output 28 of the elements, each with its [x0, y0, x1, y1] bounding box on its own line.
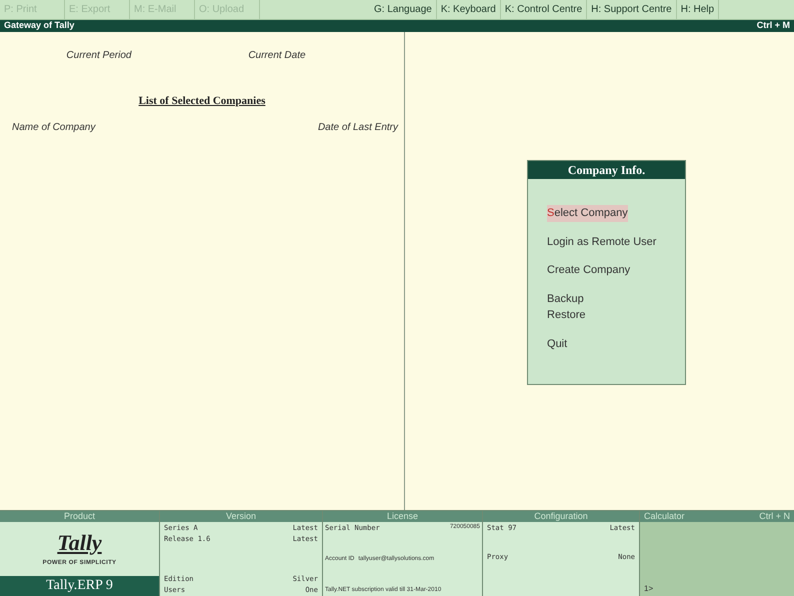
menu-title: Company Info. — [528, 161, 685, 179]
menu-item[interactable]: Create Company — [547, 262, 630, 278]
shortcut-label: Ctrl + M — [756, 19, 790, 32]
current-date-label: Current Date — [248, 49, 306, 63]
toolbar-button[interactable]: K: Control Centre — [500, 0, 588, 19]
current-period-label: Current Period — [66, 49, 132, 63]
list-heading: List of Selected Companies — [138, 94, 266, 109]
calculator-title: Calculator — [644, 511, 685, 522]
window-title: Gateway of Tally — [4, 19, 74, 32]
column-header: Date of Last Entry — [318, 120, 398, 134]
calculator-prompt: 1> — [644, 583, 654, 595]
toolbar-button[interactable]: G: Language — [370, 0, 437, 19]
toolbar-button[interactable]: K: Keyboard — [436, 0, 501, 19]
toolbar-button[interactable]: H: Support Centre — [587, 0, 677, 19]
shortcut-label: Ctrl + N — [759, 511, 790, 522]
logo: Tally — [57, 530, 102, 554]
menu-item[interactable]: Select Company — [547, 205, 628, 222]
column-header-bar: Product — [0, 511, 159, 522]
product-name: Tally.ERP 9 — [0, 576, 159, 596]
menu-item[interactable]: Backup — [547, 290, 584, 307]
menu-item[interactable]: Restore — [547, 307, 586, 324]
column-header-bar: License — [323, 511, 482, 522]
column-header: Name of Company — [12, 120, 96, 134]
menu-item[interactable]: Login as Remote User — [547, 234, 656, 250]
toolbar-button[interactable]: H: Help — [676, 0, 720, 19]
column-header-bar: Configuration — [483, 511, 639, 522]
column-header-bar: Version — [160, 511, 322, 522]
menu-item[interactable]: Quit — [547, 336, 568, 352]
